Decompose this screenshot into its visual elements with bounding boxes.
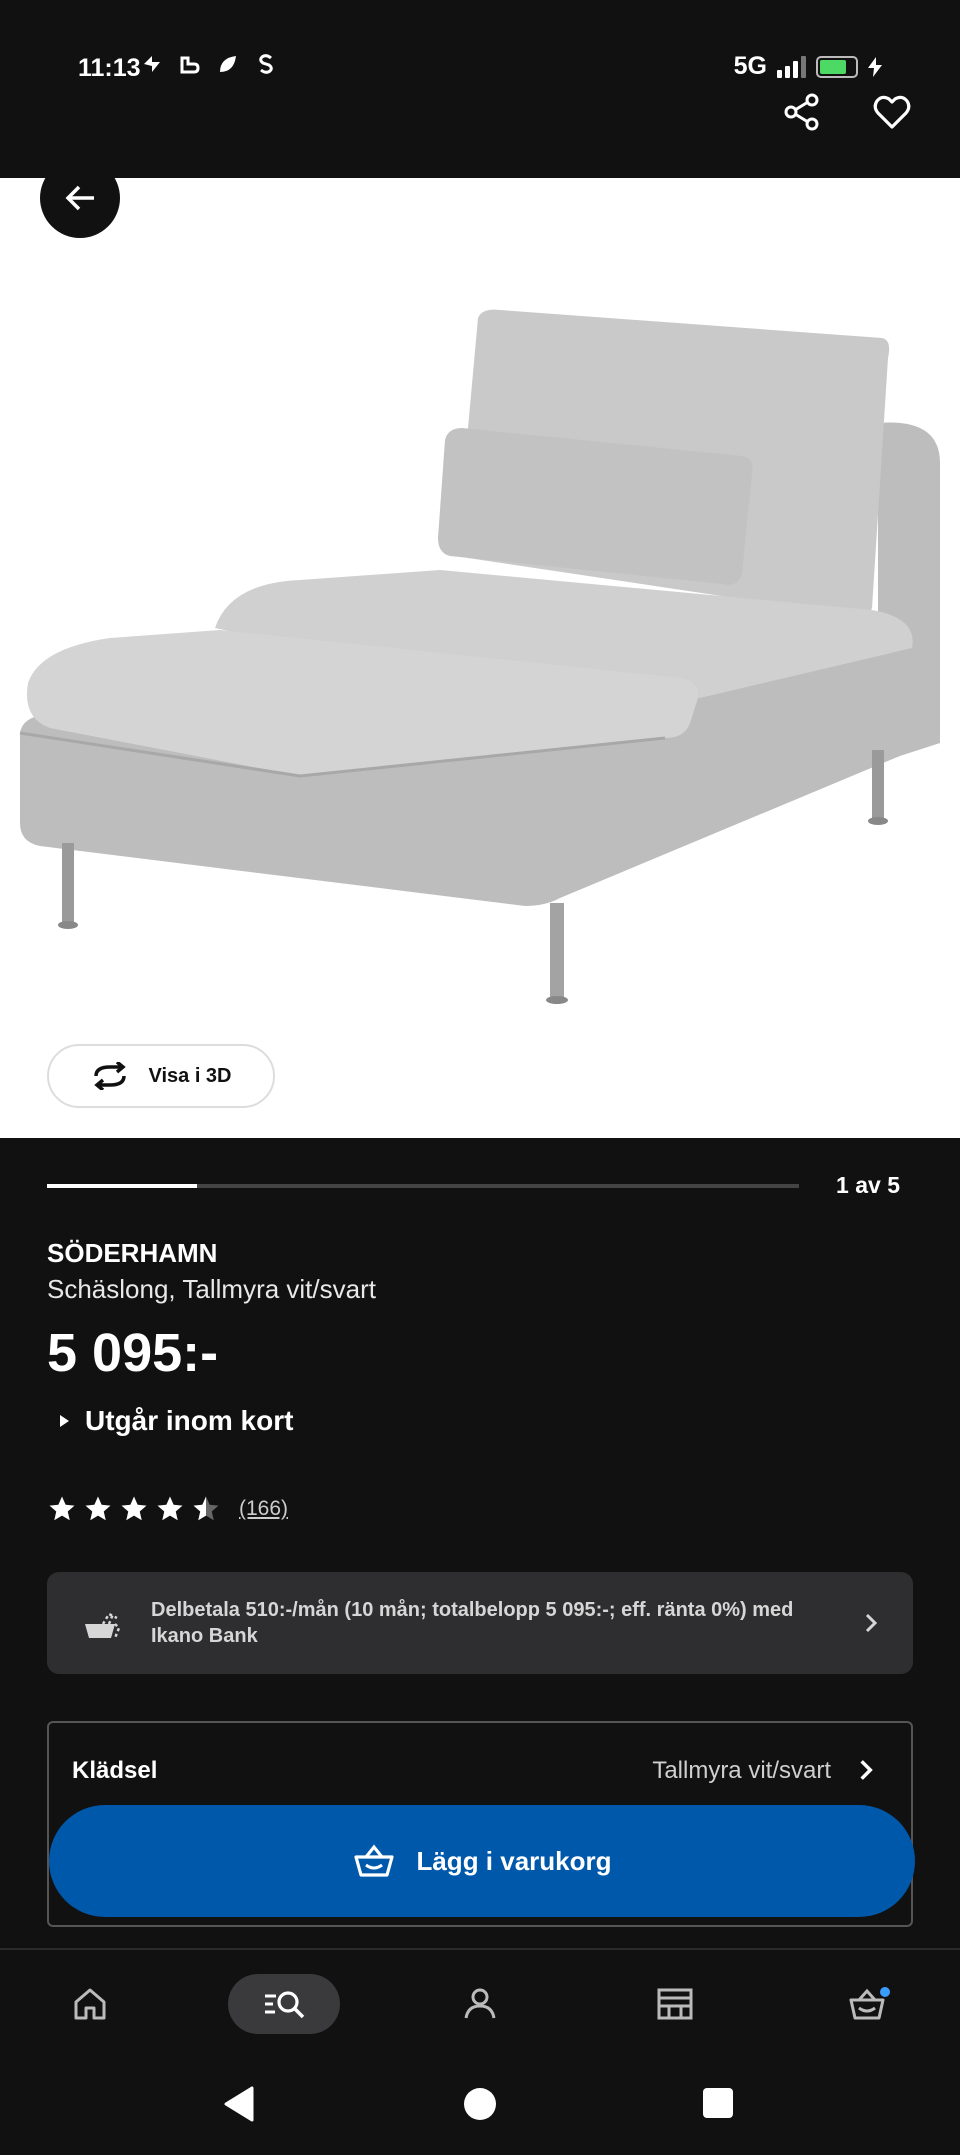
leaf-icon [220,56,236,72]
top-actions [782,92,912,132]
notification-icon [144,56,160,72]
cart-icon [849,1987,890,2020]
rating[interactable]: (166) [47,1494,288,1524]
rotate-3d-icon [94,1062,127,1090]
status-time: 11:13 [78,54,141,82]
star-icon [49,1496,75,1521]
product-image-area[interactable]: Visa i 3D [0,178,960,1138]
nav-divider [0,1948,960,1950]
charging-icon [868,56,882,77]
review-count[interactable]: (166) [239,1497,288,1521]
notification-icons [140,52,278,76]
image-carousel-indicator: 1 av 5 [47,1172,900,1202]
view-3d-button[interactable]: Visa i 3D [47,1044,275,1108]
star-icon [85,1496,111,1521]
status-bar: 11:13 5G [0,0,960,100]
cart-badge [880,1987,890,1997]
finance-text: Delbetala 510:-/mån (10 mån; totalbelopp… [151,1599,794,1647]
triangle-right-icon [60,1415,69,1427]
carousel-progress [47,1184,198,1188]
battery-icon [816,55,858,78]
system-home-icon[interactable] [462,2086,498,2122]
signal-icon [777,55,806,78]
product-price: 5 095:- [47,1323,219,1383]
bottom-nav [0,1960,960,2050]
system-recents-icon[interactable] [702,2086,734,2118]
chevron-right-icon [865,1613,878,1633]
system-back-icon[interactable] [222,2086,256,2122]
view-3d-label: Visa i 3D [148,1064,232,1087]
heart-icon[interactable] [872,92,912,132]
option-upholstery[interactable]: Klädsel Tallmyra vit/svart Lägg i varuko… [47,1721,915,1927]
option-label: Klädsel [72,1757,158,1784]
finance-banner[interactable]: Delbetala 510:-/mån (10 mån; totalbelopp… [47,1572,913,1674]
add-to-cart-label: Lägg i varukorg [416,1845,612,1876]
s-icon [259,54,273,74]
product-brand: SÖDERHAMN [47,1238,218,1268]
system-nav-bar [0,2070,960,2140]
search-icon [265,1991,305,2019]
nav-search[interactable] [228,1974,340,2034]
carousel-track [47,1184,799,1188]
arrow-left-icon [65,185,94,211]
nav-store[interactable] [635,1974,715,2034]
home-icon [74,1988,106,2020]
page-indicator: 1 av 5 [836,1172,900,1198]
availability-toggle[interactable]: Utgår inom kort [60,1405,293,1437]
nav-account[interactable] [440,1974,520,2034]
shopping-basket-icon [354,1844,395,1877]
availability-text: Utgår inom kort [85,1405,294,1436]
option-value: Tallmyra vit/svart [652,1757,831,1784]
account-icon [464,1988,496,2019]
nav-cart[interactable] [830,1974,910,2034]
notification-icon [180,56,200,74]
star-icon [157,1496,183,1521]
share-icon[interactable] [782,92,822,132]
chevron-right-icon [860,1760,873,1780]
back-button[interactable] [40,158,120,238]
network-label: 5G [733,52,767,80]
star-icon [121,1496,147,1521]
star-half-icon [193,1496,219,1521]
store-icon [657,1988,693,2020]
product-image [19,309,940,1004]
nav-home[interactable] [50,1974,130,2034]
status-right: 5G [734,52,882,81]
product-subtitle: Schäslong, Tallmyra vit/svart [47,1274,376,1304]
add-to-cart-button[interactable]: Lägg i varukorg [49,1805,915,1917]
installment-basket-icon [85,1612,121,1639]
